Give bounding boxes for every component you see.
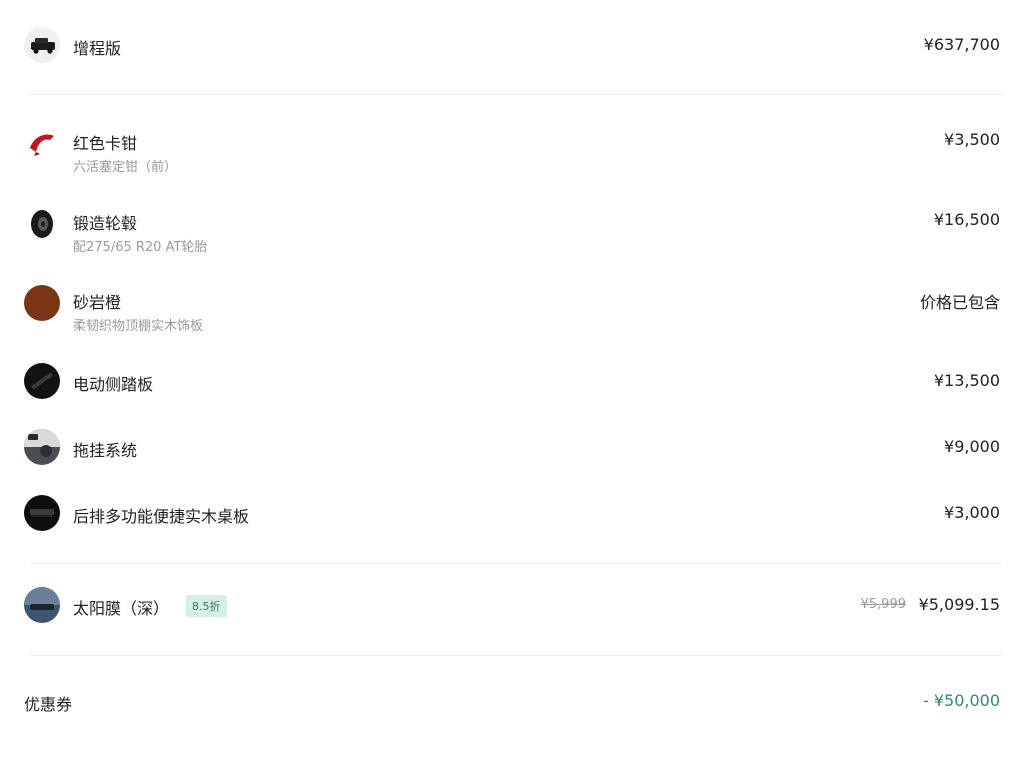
item-title: 电动侧踏板 [73,375,154,394]
item-price: 价格已包含 [919,293,1000,312]
sandstone-orange-swatch-icon [24,285,60,321]
item-price: ¥13,500 [933,371,1000,390]
item-title: 增程版 [73,39,122,58]
item-price: ¥5,099.15 [918,595,1000,614]
list-item-interior[interactable]: 砂岩橙 柔韧织物顶棚实木饰板 价格已包含 [0,285,1024,334]
sun-film-icon [24,587,60,623]
item-price: ¥3,500 [944,130,1000,149]
item-subtitle: 配275/65 R20 AT轮胎 [73,240,208,255]
divider [30,94,1002,95]
original-price: ¥5,999 [860,597,907,612]
list-item-side-step[interactable]: 电动侧踏板 ¥13,500 [0,362,1024,400]
item-title: 红色卡钳 [73,134,138,153]
coupon-label: 优惠券 [24,695,73,714]
item-price: ¥3,000 [944,503,1000,522]
item-title: 锻造轮毂 [73,214,138,233]
item-subtitle: 六活塞定钳（前） [73,160,178,175]
forged-wheel-icon [24,206,60,242]
coupon-price: - ¥50,000 [922,691,1000,710]
item-title: 砂岩橙 [73,293,122,312]
item-price: ¥16,500 [933,210,1000,229]
item-price: ¥637,700 [923,35,1000,54]
side-step-icon [24,363,60,399]
item-subtitle: 柔韧织物顶棚实木饰板 [73,319,204,334]
list-item-table[interactable]: 后排多功能便捷实木桌板 ¥3,000 [0,494,1024,532]
item-title: 后排多功能便捷实木桌板 [73,507,250,526]
discount-badge: 8.5折 [186,595,227,617]
item-price: ¥9,000 [944,437,1000,456]
coupon-row[interactable]: 优惠券 - ¥50,000 [0,686,1024,716]
list-item-caliper[interactable]: 红色卡钳 六活塞定钳（前） ¥3,500 [0,126,1024,175]
item-title: 太阳膜（深） [73,599,170,618]
list-item-wheel[interactable]: 锻造轮毂 配275/65 R20 AT轮胎 ¥16,500 [0,206,1024,255]
list-item-sun-film[interactable]: 太阳膜（深） 8.5折 ¥5,999 ¥5,099.15 [0,586,1024,624]
list-item-tow[interactable]: 拖挂系统 ¥9,000 [0,428,1024,466]
order-summary: 增程版 ¥637,700 红色卡钳 六活塞定钳（前） ¥3,500 锻造轮毂 配… [0,0,1024,768]
divider [30,563,1002,564]
tow-hitch-icon [24,429,60,465]
item-title: 拖挂系统 [73,441,138,460]
divider [30,655,1002,656]
wood-table-icon [24,495,60,531]
car-thumbnail-icon [24,27,60,63]
list-item-version[interactable]: 增程版 ¥637,700 [0,26,1024,64]
red-caliper-icon [24,126,60,162]
